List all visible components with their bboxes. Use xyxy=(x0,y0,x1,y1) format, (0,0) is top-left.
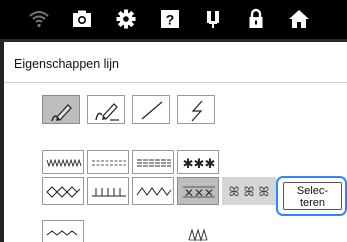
stitch-scallop-button[interactable] xyxy=(42,220,84,242)
pencil-select-icon xyxy=(51,104,72,122)
select-button-focus: Selec- teren xyxy=(276,176,347,216)
pencil-draw-button[interactable] xyxy=(87,95,125,124)
needle-mode-icon[interactable] xyxy=(202,7,226,31)
lock-icon[interactable] xyxy=(244,7,268,31)
pencil-draw-icon xyxy=(95,103,119,121)
wifi-icon xyxy=(27,7,51,31)
stitch-diamond-button[interactable] xyxy=(42,177,84,205)
star-stitch-icon: ✱✱✱ xyxy=(183,157,216,172)
select-button[interactable]: Selec- teren xyxy=(283,182,342,210)
select-button-label-line2: teren xyxy=(299,197,326,209)
camera-icon[interactable] xyxy=(70,7,94,31)
straight-line-icon xyxy=(141,101,163,120)
stitch-wave-button[interactable] xyxy=(132,177,174,205)
decorative-x-stitch-icon: ✕✕✕ xyxy=(183,186,215,200)
svg-text:✕✕✕: ✕✕✕ xyxy=(184,186,214,200)
stitch-preview-strip: ꕤ ꕤ ꕤ xyxy=(222,177,276,205)
straight-line-button[interactable] xyxy=(132,95,170,124)
stitch-decorative-x-button[interactable]: ✕✕✕ xyxy=(177,177,219,205)
blanket-stitch-icon xyxy=(92,188,126,197)
svg-text:✱✱✱: ✱✱✱ xyxy=(183,157,216,172)
stitch-blanket-button[interactable] xyxy=(87,177,129,205)
help-icon[interactable]: ? xyxy=(158,7,182,31)
decorative-stitch-preview-icon: ꕤ ꕤ ꕤ xyxy=(229,185,270,200)
triple-stitch-icon xyxy=(137,159,171,167)
home-icon[interactable] xyxy=(287,7,311,31)
stitch-star-button[interactable]: ✱✱✱ xyxy=(177,150,219,174)
pencil-select-button[interactable] xyxy=(42,95,80,124)
stitch-zigzag-button[interactable] xyxy=(42,150,84,174)
settings-gear-icon[interactable] xyxy=(114,7,138,31)
running-stitch-icon xyxy=(92,160,126,166)
zigzag-line-icon xyxy=(191,100,203,122)
title-separator xyxy=(4,82,347,83)
status-bar: ? xyxy=(0,0,347,39)
select-button-label-line1: Selec- xyxy=(296,185,329,197)
svg-text:ꕤ ꕤ ꕤ: ꕤ ꕤ ꕤ xyxy=(229,185,270,200)
diamond-stitch-icon xyxy=(46,186,81,198)
zigzag-stitch-icon xyxy=(46,158,82,168)
stitch-candle-button[interactable] xyxy=(177,220,219,242)
zigzag-line-button[interactable] xyxy=(177,95,215,124)
wave-stitch-icon xyxy=(136,187,172,196)
scallop-stitch-icon xyxy=(46,230,78,236)
panel-title: Eigenschappen lijn xyxy=(14,57,119,71)
svg-text:?: ? xyxy=(166,12,175,28)
panel-left-border xyxy=(0,42,4,242)
decorative-candle-stitch-icon xyxy=(188,228,208,242)
stitch-running-button[interactable] xyxy=(87,150,129,174)
stitch-triple-button[interactable] xyxy=(132,150,174,174)
